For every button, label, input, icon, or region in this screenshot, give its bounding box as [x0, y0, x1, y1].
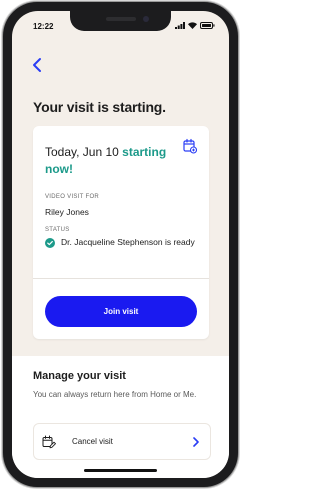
video-visit-for-label: VIDEO VISIT FOR: [45, 194, 100, 200]
phone-frame: 12:22 Your visit is starting. Today, Jun…: [3, 2, 238, 487]
provider-status-text: Dr. Jacqueline Stephenson is ready: [61, 237, 195, 247]
status-time: 12:22: [33, 22, 54, 31]
card-divider: [33, 278, 209, 279]
join-visit-button[interactable]: Join visit: [45, 296, 197, 327]
page-title: Your visit is starting.: [33, 99, 166, 115]
visit-card: Today, Jun 10 starting now! VIDEO VISIT …: [33, 126, 209, 339]
visit-date-line: Today, Jun 10 starting now!: [45, 144, 185, 178]
app-screen: 12:22 Your visit is starting. Today, Jun…: [12, 11, 229, 478]
device-notch: [70, 11, 171, 31]
back-chevron-icon[interactable]: [31, 57, 45, 73]
manage-visit-description: You can always return here from Home or …: [33, 390, 197, 399]
battery-icon: [200, 22, 215, 29]
visit-date: Today, Jun 10: [45, 145, 119, 159]
status-icons: [175, 22, 215, 29]
calendar-edit-icon: [42, 435, 56, 449]
status-label: STATUS: [45, 227, 70, 233]
speaker-grille: [106, 17, 136, 21]
cancel-visit-button[interactable]: Cancel visit: [33, 423, 211, 460]
front-camera: [143, 16, 149, 22]
check-circle-icon: [45, 238, 55, 248]
cancel-visit-label: Cancel visit: [72, 437, 113, 446]
provider-status: Dr. Jacqueline Stephenson is ready: [45, 236, 201, 248]
chevron-right-icon: [193, 437, 199, 447]
manage-visit-section: Manage your visit You can always return …: [12, 356, 229, 478]
signal-icon: [175, 22, 185, 29]
home-indicator: [84, 469, 157, 472]
patient-name: Riley Jones: [45, 207, 89, 217]
calendar-add-icon[interactable]: [183, 138, 197, 154]
wifi-icon: [188, 22, 197, 29]
manage-visit-title: Manage your visit: [33, 370, 126, 382]
